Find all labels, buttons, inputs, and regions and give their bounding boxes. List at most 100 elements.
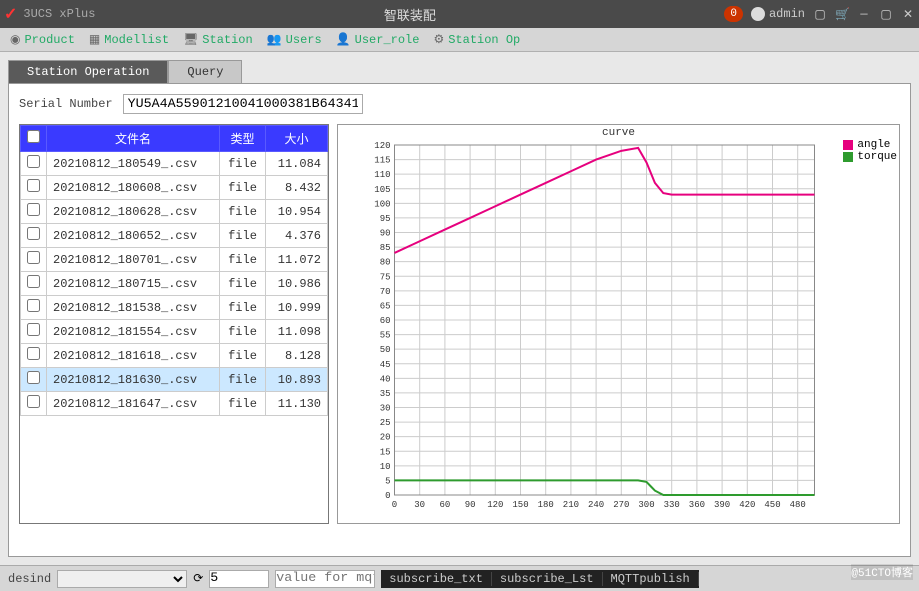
table-row[interactable]: 20210812_180628_.csv file 10.954 — [21, 200, 328, 224]
table-row[interactable]: 20210812_180608_.csv file 8.432 — [21, 176, 328, 200]
serial-input[interactable] — [123, 94, 363, 114]
svg-text:210: 210 — [563, 500, 579, 510]
mqtt-value-input[interactable] — [275, 570, 375, 588]
cell-size: 11.130 — [266, 392, 328, 416]
user-label[interactable]: admin — [751, 7, 805, 21]
header-checkbox[interactable] — [21, 126, 47, 152]
svg-text:15: 15 — [380, 447, 391, 457]
svg-text:90: 90 — [465, 500, 476, 510]
cart-icon[interactable]: 🛒 — [835, 7, 849, 22]
window-title: 智联装配 — [95, 5, 724, 24]
menu-station-op[interactable]: ⚙Station Op — [427, 30, 526, 49]
mqtt-publish-button[interactable]: MQTTpublish — [603, 572, 699, 586]
row-checkbox[interactable] — [27, 251, 40, 264]
desind-label: desind — [8, 572, 51, 586]
chart: curve angle torque 030609012015018021024… — [337, 124, 900, 524]
serial-label: Serial Number — [19, 97, 113, 111]
row-checkbox[interactable] — [27, 203, 40, 216]
svg-text:10: 10 — [380, 462, 391, 472]
menu-modellist[interactable]: ▦Modellist — [83, 30, 175, 49]
cell-size: 8.128 — [266, 344, 328, 368]
cell-name: 20210812_180701_.csv — [47, 248, 220, 272]
table-row[interactable]: 20210812_181630_.csv file 10.893 — [21, 368, 328, 392]
row-checkbox[interactable] — [27, 179, 40, 192]
table-row[interactable]: 20210812_180652_.csv file 4.376 — [21, 224, 328, 248]
svg-text:25: 25 — [380, 418, 391, 428]
legend-swatch-torque — [843, 152, 853, 162]
cell-name: 20210812_180608_.csv — [47, 176, 220, 200]
row-checkbox[interactable] — [27, 347, 40, 360]
cell-size: 11.098 — [266, 320, 328, 344]
header-size[interactable]: 大小 — [266, 126, 328, 152]
table-row[interactable]: 20210812_181538_.csv file 10.999 — [21, 296, 328, 320]
svg-text:115: 115 — [374, 156, 390, 166]
cell-type: file — [219, 248, 265, 272]
desind-select[interactable] — [57, 570, 187, 588]
cell-size: 4.376 — [266, 224, 328, 248]
num-input[interactable] — [209, 570, 269, 588]
svg-text:330: 330 — [664, 500, 680, 510]
minimize-icon[interactable]: — — [857, 7, 871, 21]
svg-text:450: 450 — [764, 500, 780, 510]
cell-type: file — [219, 200, 265, 224]
close-icon[interactable]: ✕ — [901, 7, 915, 22]
svg-text:30: 30 — [380, 404, 391, 414]
svg-text:480: 480 — [790, 500, 806, 510]
legend-swatch-angle — [843, 140, 853, 150]
legend-angle: angle — [843, 139, 897, 151]
plot-svg: 0306090120150180210240270300330360390420… — [342, 129, 895, 519]
table-row[interactable]: 20210812_180715_.csv file 10.986 — [21, 272, 328, 296]
row-checkbox[interactable] — [27, 395, 40, 408]
svg-text:95: 95 — [380, 214, 391, 224]
header-name[interactable]: 文件名 — [47, 126, 220, 152]
row-checkbox[interactable] — [27, 299, 40, 312]
row-checkbox[interactable] — [27, 227, 40, 240]
cell-name: 20210812_181647_.csv — [47, 392, 220, 416]
cell-name: 20210812_181538_.csv — [47, 296, 220, 320]
table-row[interactable]: 20210812_180701_.csv file 11.072 — [21, 248, 328, 272]
subscribe-lst-button[interactable]: subscribe_Lst — [492, 572, 603, 586]
table-row[interactable]: 20210812_181554_.csv file 11.098 — [21, 320, 328, 344]
table-row[interactable]: 20210812_180549_.csv file 11.084 — [21, 152, 328, 176]
svg-text:105: 105 — [374, 185, 390, 195]
subscribe-txt-button[interactable]: subscribe_txt — [381, 572, 492, 586]
svg-text:90: 90 — [380, 229, 391, 239]
menu-users[interactable]: 👥Users — [261, 30, 328, 49]
menu-station[interactable]: 🖥Station — [177, 30, 259, 49]
menubar: ◉Product ▦Modellist 🖥Station 👥Users 👤Use… — [0, 28, 919, 52]
svg-text:80: 80 — [380, 258, 391, 268]
svg-text:270: 270 — [613, 500, 629, 510]
cell-name: 20210812_181554_.csv — [47, 320, 220, 344]
cell-size: 11.084 — [266, 152, 328, 176]
svg-text:55: 55 — [380, 331, 391, 341]
svg-text:100: 100 — [374, 199, 390, 209]
header-type[interactable]: 类型 — [219, 126, 265, 152]
modellist-icon: ▦ — [89, 32, 100, 47]
box-icon[interactable]: ▢ — [813, 7, 827, 22]
maximize-icon[interactable]: ▢ — [879, 7, 893, 22]
row-checkbox[interactable] — [27, 323, 40, 336]
svg-text:85: 85 — [380, 243, 391, 253]
table-row[interactable]: 20210812_181647_.csv file 11.130 — [21, 392, 328, 416]
cell-size: 10.954 — [266, 200, 328, 224]
legend: angle torque — [843, 139, 897, 163]
tab-query[interactable]: Query — [168, 60, 242, 83]
row-checkbox[interactable] — [27, 371, 40, 384]
svg-text:420: 420 — [739, 500, 755, 510]
svg-text:150: 150 — [512, 500, 528, 510]
svg-text:70: 70 — [380, 287, 391, 297]
table-row[interactable]: 20210812_181618_.csv file 8.128 — [21, 344, 328, 368]
row-checkbox[interactable] — [27, 155, 40, 168]
menu-product[interactable]: ◉Product — [4, 30, 81, 49]
file-table: 文件名 类型 大小 20210812_180549_.csv file 11.0… — [19, 124, 329, 524]
cell-type: file — [219, 296, 265, 320]
notification-badge[interactable]: 0 — [724, 6, 743, 22]
svg-text:50: 50 — [380, 345, 391, 355]
svg-text:0: 0 — [392, 500, 397, 510]
user-role-icon: 👤 — [336, 32, 351, 47]
svg-text:30: 30 — [414, 500, 425, 510]
menu-user-role[interactable]: 👤User_role — [330, 30, 426, 49]
tab-station-operation[interactable]: Station Operation — [8, 60, 168, 83]
row-checkbox[interactable] — [27, 275, 40, 288]
svg-text:120: 120 — [374, 141, 390, 151]
